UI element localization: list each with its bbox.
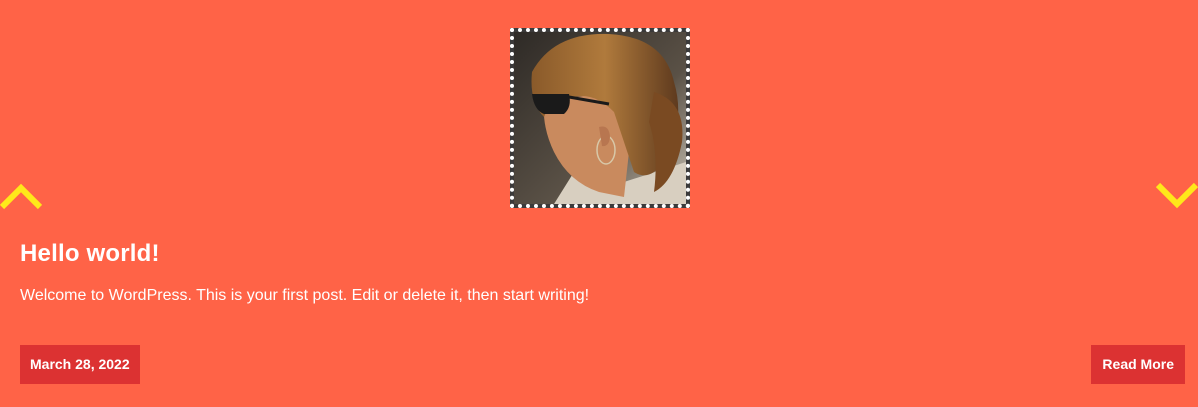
post-title[interactable]: Hello world! <box>20 240 160 268</box>
read-more-button[interactable]: Read More <box>1091 345 1185 384</box>
post-slider: Hello world! Welcome to WordPress. This … <box>0 0 1198 407</box>
post-thumbnail[interactable] <box>510 28 690 208</box>
post-excerpt: Welcome to WordPress. This is your first… <box>20 287 590 304</box>
slider-next-button[interactable] <box>1154 180 1198 212</box>
post-date-badge: March 28, 2022 <box>20 345 140 384</box>
chevron-down-icon <box>1155 182 1198 209</box>
post-thumbnail-image <box>514 32 686 204</box>
slider-prev-button[interactable] <box>0 180 44 212</box>
chevron-up-icon <box>0 183 43 210</box>
